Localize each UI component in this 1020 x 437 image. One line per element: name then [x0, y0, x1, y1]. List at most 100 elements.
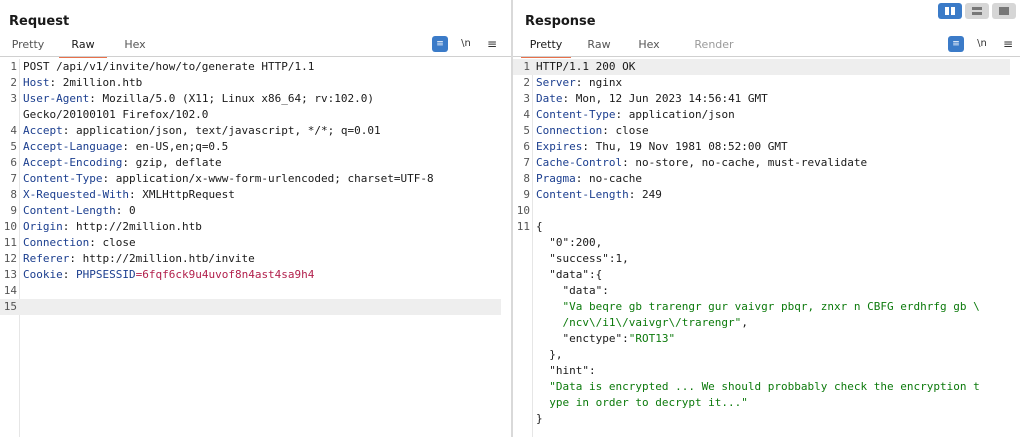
code-token: : gzip, deflate — [122, 156, 222, 169]
code-token: Expires — [536, 140, 583, 153]
pretty-print-icon[interactable]: ≡ — [432, 36, 448, 52]
response-code-line[interactable]: 8 Pragma: no-cache — [513, 171, 1010, 187]
response-code-line[interactable]: 10 — [513, 203, 1010, 219]
layout-side-by-side-button[interactable] — [938, 3, 962, 19]
line-text: Content-Type: application/x-www-form-url… — [23, 171, 434, 187]
request-code-line[interactable]: 3 User-Agent: Mozilla/5.0 (X11; Linux x86… — [0, 91, 501, 107]
line-number: 10 — [3, 220, 17, 233]
request-code-line[interactable]: 2 Host: 2million.htb — [0, 75, 501, 91]
response-code-line[interactable]: 1 HTTP/1.1 200 OK — [513, 59, 1010, 75]
layout-stacked-button[interactable] — [965, 3, 989, 19]
request-code-line[interactable]: 1 POST /api/v1/invite/how/to/generate HTT… — [0, 59, 501, 75]
response-pane: Response Pretty Raw Hex Render ≡ \n ≡ 1H… — [513, 0, 1020, 437]
code-token: : — [602, 284, 609, 297]
layout-single-button[interactable] — [992, 3, 1016, 19]
code-token: : — [622, 332, 629, 345]
code-token: Origin — [23, 220, 63, 233]
response-code-line[interactable]: ype in order to decrypt it..." — [513, 395, 1010, 411]
line-text: HTTP/1.1 200 OK — [536, 59, 635, 75]
response-code-line[interactable]: "Va beqre gb trarengr gur vaivgr pbqr, z… — [513, 299, 1010, 315]
response-code-line[interactable]: "Data is encrypted ... We should probbab… — [513, 379, 1010, 395]
request-code-line[interactable]: 6 Accept-Encoding: gzip, deflate — [0, 155, 501, 171]
code-token: : 2million.htb — [49, 76, 143, 89]
request-tab-hex[interactable]: Hex — [115, 36, 155, 56]
response-menu-icon[interactable]: ≡ — [1002, 36, 1014, 52]
response-code-line[interactable]: 11 { — [513, 219, 1010, 235]
line-number: 6 — [10, 156, 17, 169]
response-code-line[interactable]: 2 Server: nginx — [513, 75, 1010, 91]
code-token: "Data is encrypted ... We should probbab… — [536, 380, 980, 393]
line-number: 8 — [10, 188, 17, 201]
code-token: Content-Length — [536, 188, 629, 201]
response-tab-hex[interactable]: Hex — [631, 36, 667, 56]
request-code-line[interactable]: 7 Content-Type: application/x-www-form-ur… — [0, 171, 501, 187]
code-token: , — [741, 316, 748, 329]
response-editor[interactable]: 1 HTTP/1.1 200 OK 2 Server: nginx 3 Date: Mon… — [513, 59, 1020, 437]
code-token: Server — [536, 76, 576, 89]
response-code-line[interactable]: "enctype":"ROT13" — [513, 331, 1010, 347]
request-code-line[interactable]: 13 Cookie: PHPSESSID=6fqf6ck9u4uvof8n4ast… — [0, 267, 501, 283]
response-code-line[interactable]: 9 Content-Length: 249 — [513, 187, 1010, 203]
code-token: Cookie — [23, 268, 63, 281]
line-number: 4 — [10, 124, 17, 137]
line-number: 9 — [523, 188, 530, 201]
response-tab-render[interactable]: Render — [689, 36, 739, 56]
response-code-line[interactable]: "data": — [513, 283, 1010, 299]
pretty-print-icon[interactable]: ≡ — [948, 36, 964, 52]
line-number: 5 — [10, 140, 17, 153]
request-code-line[interactable]: Gecko/20100101 Firefox/102.0 — [0, 107, 501, 123]
request-menu-icon[interactable]: ≡ — [486, 36, 498, 52]
single-pane-icon — [999, 7, 1009, 15]
layout-toggle-group — [938, 3, 1016, 19]
response-code-line[interactable]: 5 Connection: close — [513, 123, 1010, 139]
request-code-line[interactable]: 11 Connection: close — [0, 235, 501, 251]
line-number: 8 — [523, 172, 530, 185]
response-code-line[interactable]: "success":1, — [513, 251, 1010, 267]
response-code-line[interactable]: "data":{ — [513, 267, 1010, 283]
response-tab-pretty[interactable]: Pretty — [521, 36, 571, 58]
line-text: Content-Length: 249 — [536, 187, 662, 203]
response-code-line[interactable]: }, — [513, 347, 1010, 363]
line-text: Accept-Encoding: gzip, deflate — [23, 155, 222, 171]
newline-toggle-button[interactable]: \n — [459, 36, 473, 52]
request-code-line[interactable]: 4 Accept: application/json, text/javascri… — [0, 123, 501, 139]
request-tab-pretty[interactable]: Pretty — [7, 36, 49, 56]
request-code-line[interactable]: 9 Content-Length: 0 — [0, 203, 501, 219]
response-code-line[interactable]: } — [513, 411, 1010, 427]
code-token: { — [536, 220, 543, 233]
request-tab-underline — [0, 56, 511, 57]
line-text: "success":1, — [536, 251, 629, 267]
line-text: Accept: application/json, text/javascrip… — [23, 123, 381, 139]
response-code-line[interactable]: /ncv\/i1\/vaivgr\/trarengr", — [513, 315, 1010, 331]
request-code-line[interactable]: 5 Accept-Language: en-US,en;q=0.5 — [0, 139, 501, 155]
response-code-line[interactable]: 7 Cache-Control: no-store, no-cache, must… — [513, 155, 1010, 171]
response-code-line[interactable]: "hint": — [513, 363, 1010, 379]
line-number: 14 — [3, 284, 17, 297]
response-code-line[interactable]: 3 Date: Mon, 12 Jun 2023 14:56:41 GMT — [513, 91, 1010, 107]
request-code-line[interactable]: 14 — [0, 283, 501, 299]
request-code-line[interactable]: 12 Referer: http://2million.htb/invite — [0, 251, 501, 267]
request-editor[interactable]: 1 POST /api/v1/invite/how/to/generate HTT… — [0, 59, 511, 437]
request-tab-raw[interactable]: Raw — [59, 36, 107, 58]
line-text: "hint": — [536, 363, 595, 379]
code-token: : Mozilla/5.0 (X11; Linux x86_64; rv:102… — [89, 92, 375, 105]
code-token: : XMLHttpRequest — [128, 188, 235, 201]
line-number: 9 — [10, 204, 17, 217]
response-tab-raw[interactable]: Raw — [581, 36, 617, 56]
request-code-line[interactable]: 8 X-Requested-With: XMLHttpRequest — [0, 187, 501, 203]
line-text: } — [536, 411, 543, 427]
line-text: { — [536, 219, 543, 235]
line-text: X-Requested-With: XMLHttpRequest — [23, 187, 235, 203]
code-token: /ncv\/i1\/vaivgr\/trarengr" — [536, 316, 742, 329]
line-text: Content-Length: 0 — [23, 203, 136, 219]
code-token: :200, — [569, 236, 603, 249]
request-code-line[interactable]: 10 Origin: http://2million.htb — [0, 219, 501, 235]
response-code-line[interactable]: 6 Expires: Thu, 19 Nov 1981 08:52:00 GMT — [513, 139, 1010, 155]
request-code-line[interactable]: 15 — [0, 299, 501, 315]
line-number: 5 — [523, 124, 530, 137]
newline-toggle-button[interactable]: \n — [975, 36, 989, 52]
columns-icon — [945, 7, 955, 15]
line-number: 1 — [10, 60, 17, 73]
response-code-line[interactable]: "0":200, — [513, 235, 1010, 251]
response-code-line[interactable]: 4 Content-Type: application/json — [513, 107, 1010, 123]
